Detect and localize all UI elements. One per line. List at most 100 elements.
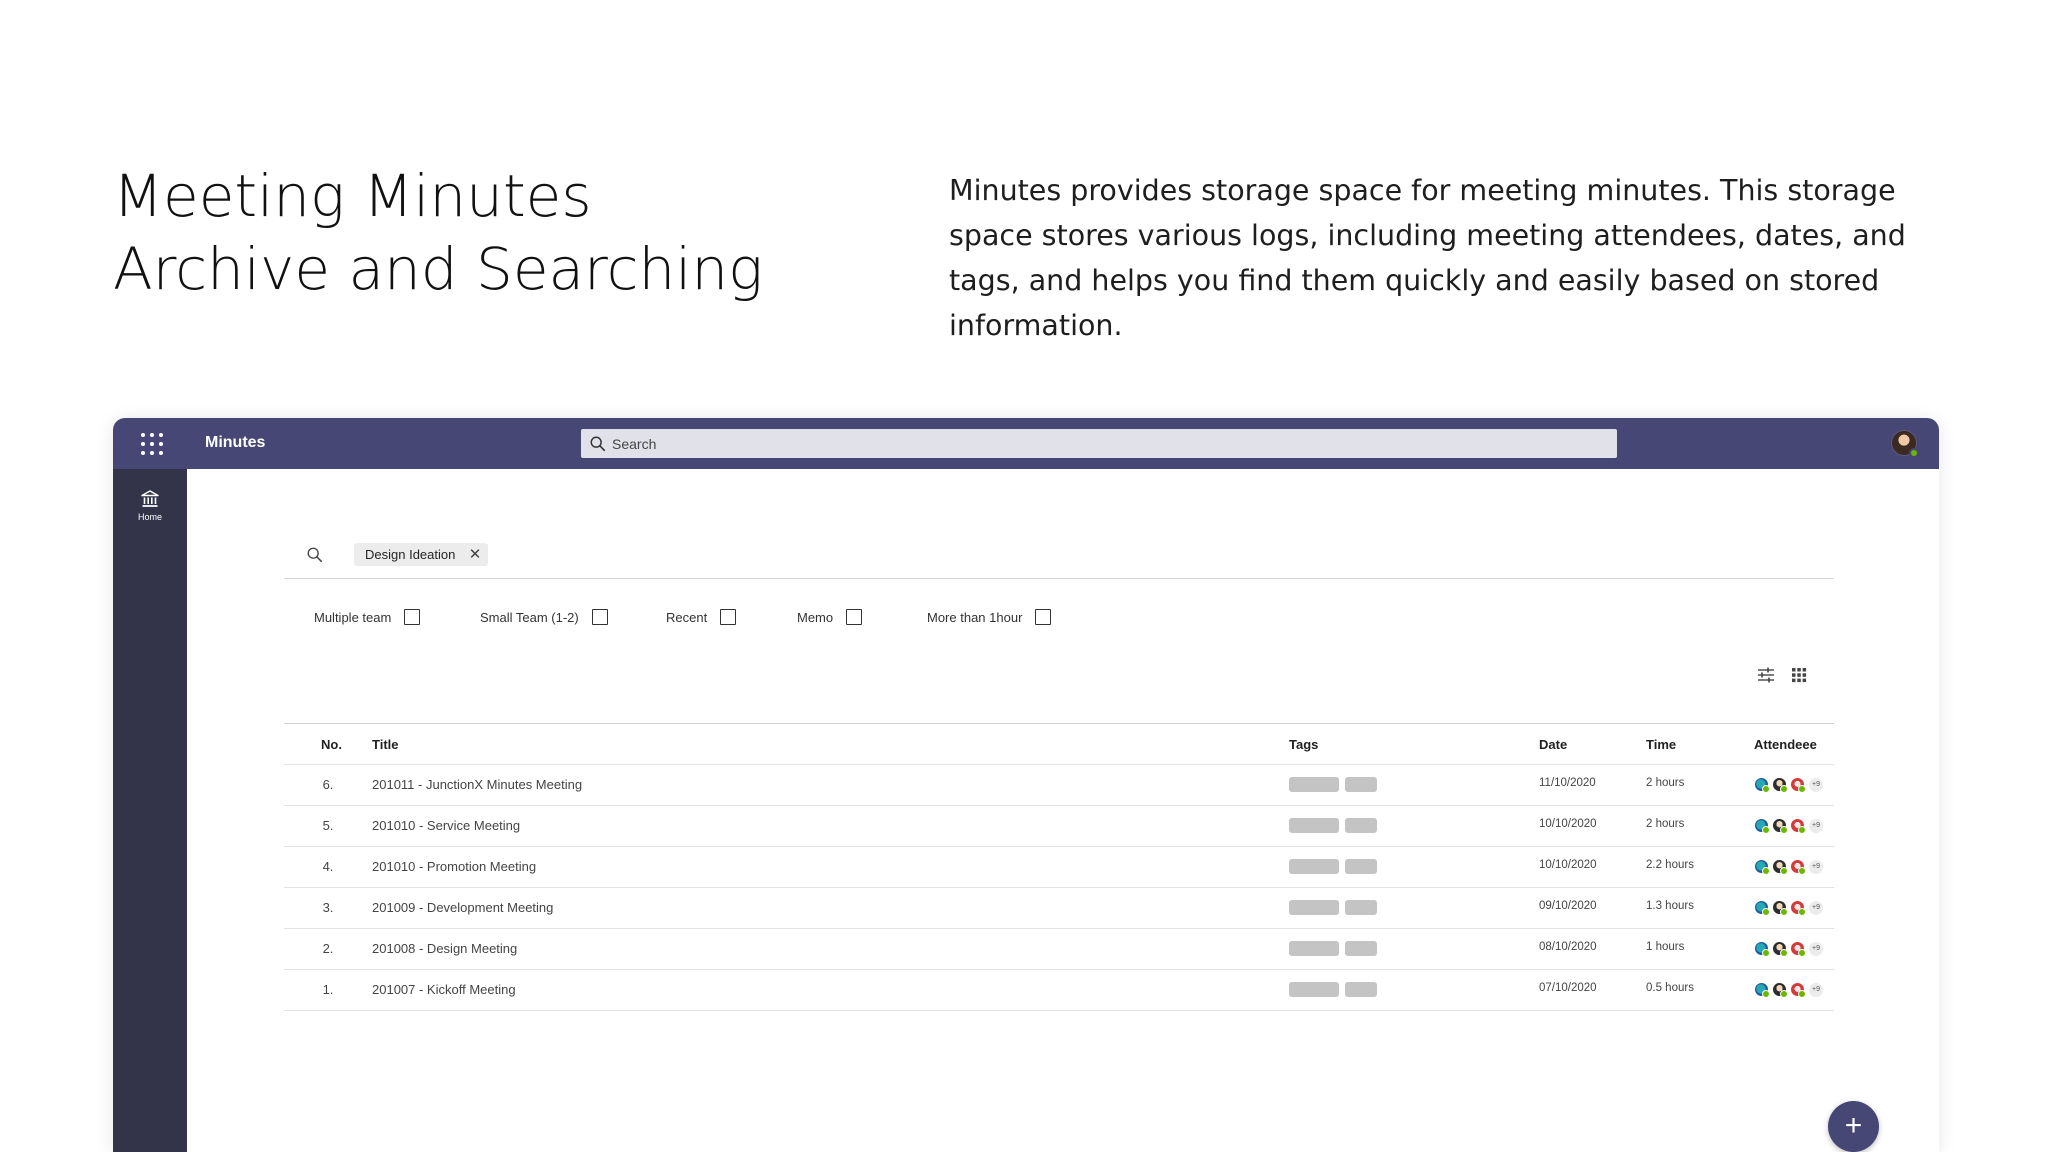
checkbox-multiple-team[interactable]: Multiple team: [314, 609, 421, 625]
checkbox-box[interactable]: [846, 609, 863, 625]
row-title[interactable]: 201010 - Promotion Meeting: [372, 859, 536, 874]
row-date: 11/10/2020: [1539, 777, 1596, 789]
column-header-title[interactable]: Title: [372, 737, 399, 752]
tag-pill[interactable]: [1289, 941, 1339, 956]
app-launcher-icon[interactable]: [141, 433, 163, 455]
attendee-avatar[interactable]: [1754, 941, 1770, 957]
checkbox-small-team[interactable]: Small Team (1-2): [480, 609, 608, 625]
row-number: 5.: [322, 818, 334, 833]
table-row[interactable]: 6. 201011 - JunctionX Minutes Meeting 11…: [284, 765, 1834, 806]
grid-view-icon[interactable]: [1789, 665, 1809, 685]
checkbox-label: More than 1hour: [927, 609, 1023, 625]
table-row[interactable]: 3. 201009 - Development Meeting 09/10/20…: [284, 888, 1834, 929]
row-number: 6.: [322, 777, 334, 792]
attendee-avatar[interactable]: [1772, 777, 1788, 793]
row-title[interactable]: 201011 - JunctionX Minutes Meeting: [372, 777, 582, 792]
more-attendees-badge[interactable]: +9: [1809, 941, 1823, 956]
checkbox-box[interactable]: [404, 609, 421, 625]
add-minutes-button[interactable]: +: [1828, 1101, 1879, 1152]
row-attendees: +9: [1754, 859, 1823, 875]
presence-available-icon: [1909, 448, 1919, 458]
row-time: 1 hours: [1646, 941, 1685, 953]
row-date: 07/10/2020: [1539, 982, 1597, 994]
table-row[interactable]: 5. 201010 - Service Meeting 10/10/2020 2…: [284, 806, 1834, 847]
row-title[interactable]: 201010 - Service Meeting: [372, 818, 520, 833]
attendee-avatar[interactable]: [1772, 818, 1788, 834]
tag-pill[interactable]: [1345, 900, 1377, 915]
attendee-avatar[interactable]: [1790, 900, 1806, 916]
attendee-avatar[interactable]: [1754, 900, 1770, 916]
checkbox-box[interactable]: [1035, 609, 1052, 625]
checkbox-label: Small Team (1-2): [480, 609, 579, 625]
tag-pill[interactable]: [1345, 777, 1377, 792]
more-attendees-badge[interactable]: +9: [1809, 818, 1823, 833]
attendee-avatar[interactable]: [1772, 859, 1788, 875]
row-time: 2 hours: [1646, 777, 1685, 789]
row-date: 10/10/2020: [1539, 818, 1597, 830]
checkbox-box[interactable]: [720, 609, 737, 625]
filter-settings-icon[interactable]: [1756, 665, 1776, 685]
sidebar-item-home[interactable]: Home: [113, 489, 187, 535]
attendee-avatar[interactable]: [1772, 900, 1788, 916]
attendee-avatar[interactable]: [1790, 859, 1806, 875]
tag-pill[interactable]: [1345, 818, 1377, 833]
more-attendees-badge[interactable]: +9: [1809, 982, 1823, 997]
tag-pill[interactable]: [1289, 859, 1339, 874]
column-header-attendee[interactable]: Attendeee: [1754, 737, 1817, 752]
app-name: Minutes: [205, 434, 266, 451]
attendee-avatar[interactable]: [1790, 777, 1806, 793]
row-attendees: +9: [1754, 982, 1823, 998]
row-title[interactable]: 201007 - Kickoff Meeting: [372, 982, 516, 997]
attendee-avatar[interactable]: [1754, 818, 1770, 834]
global-search-input[interactable]: [612, 435, 1512, 452]
row-title[interactable]: 201009 - Development Meeting: [372, 900, 553, 915]
row-time: 0.5 hours: [1646, 982, 1694, 994]
attendee-avatar[interactable]: [1772, 982, 1788, 998]
column-header-no[interactable]: No.: [321, 737, 342, 752]
tag-pill[interactable]: [1345, 941, 1377, 956]
row-attendees: +9: [1754, 818, 1823, 834]
app-window: Minutes Home: [113, 418, 1939, 1152]
row-tags: [1289, 900, 1383, 916]
row-number: 3.: [322, 900, 334, 915]
table-row[interactable]: 1. 201007 - Kickoff Meeting 07/10/2020 0…: [284, 970, 1834, 1011]
global-search-bar[interactable]: [581, 429, 1617, 458]
checkbox-label: Recent: [666, 609, 708, 625]
checkbox-recent[interactable]: Recent: [666, 609, 737, 625]
more-attendees-badge[interactable]: +9: [1809, 777, 1823, 792]
attendee-avatar[interactable]: [1754, 859, 1770, 875]
checkbox-memo[interactable]: Memo: [797, 609, 863, 625]
attendee-avatar[interactable]: [1772, 941, 1788, 957]
tag-pill[interactable]: [1289, 818, 1339, 833]
sidebar-item-label: Home: [137, 512, 162, 522]
column-header-date[interactable]: Date: [1539, 737, 1567, 752]
attendee-avatar[interactable]: [1790, 818, 1806, 834]
tag-pill[interactable]: [1345, 859, 1377, 874]
column-header-time[interactable]: Time: [1646, 737, 1676, 752]
close-icon[interactable]: ✕: [469, 543, 482, 566]
attendee-avatar[interactable]: [1754, 777, 1770, 793]
table-row[interactable]: 4. 201010 - Promotion Meeting 10/10/2020…: [284, 847, 1834, 888]
checkbox-box[interactable]: [591, 609, 608, 625]
search-icon[interactable]: [306, 546, 324, 564]
checkbox-more-than-1hour[interactable]: More than 1hour: [927, 609, 1052, 625]
table-row[interactable]: 2. 201008 - Design Meeting 08/10/2020 1 …: [284, 929, 1834, 970]
more-attendees-badge[interactable]: +9: [1809, 859, 1823, 874]
tag-pill[interactable]: [1289, 777, 1339, 792]
attendee-avatar[interactable]: [1790, 941, 1806, 957]
row-attendees: +9: [1754, 777, 1823, 793]
more-attendees-badge[interactable]: +9: [1809, 900, 1823, 915]
page-title-line-2: Archive and Searching: [113, 235, 763, 303]
row-date: 09/10/2020: [1539, 900, 1597, 912]
tag-pill[interactable]: [1289, 982, 1339, 997]
sidebar: Home: [113, 469, 187, 1152]
column-header-tags[interactable]: Tags: [1289, 737, 1318, 752]
row-attendees: +9: [1754, 941, 1823, 957]
attendee-avatar[interactable]: [1754, 982, 1770, 998]
tag-pill[interactable]: [1345, 982, 1377, 997]
user-avatar[interactable]: [1891, 430, 1919, 458]
row-title[interactable]: 201008 - Design Meeting: [372, 941, 517, 956]
tag-pill[interactable]: [1289, 900, 1339, 915]
attendee-avatar[interactable]: [1790, 982, 1806, 998]
bank-icon: [141, 490, 159, 507]
